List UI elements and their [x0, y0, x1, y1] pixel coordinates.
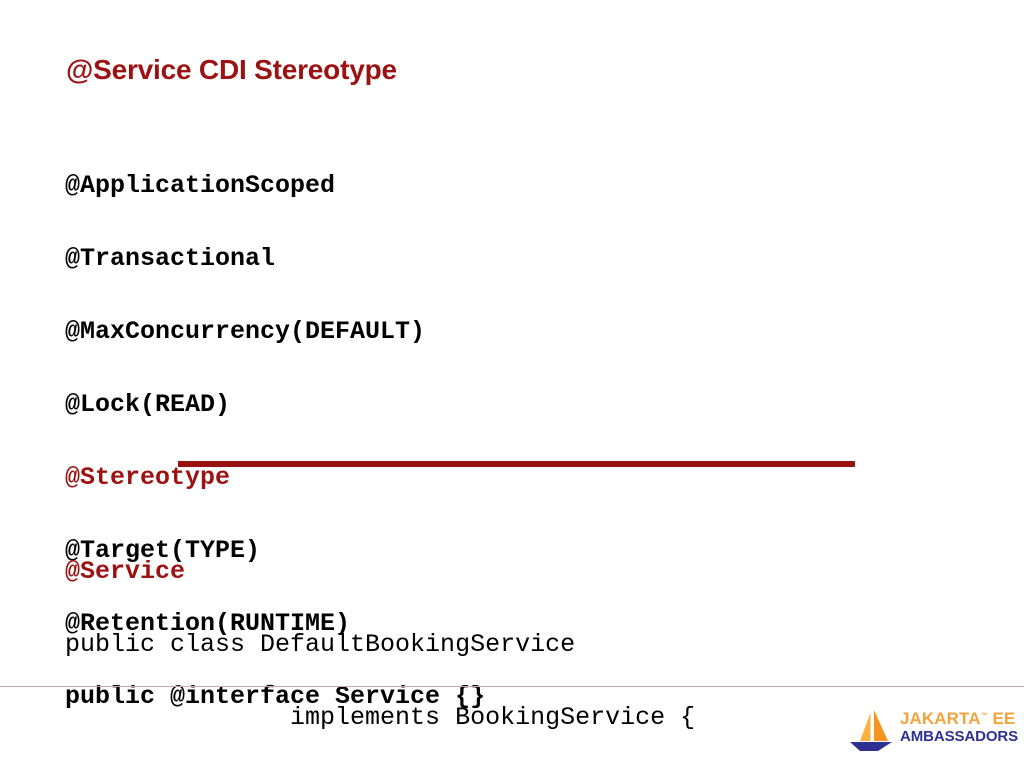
logo-wordmark: JAKARTA™ EE AMBASSADORS: [900, 709, 1019, 745]
logo-line-jakarta-ee: JAKARTA™ EE: [900, 709, 1015, 728]
page-title: @Service CDI Stereotype: [66, 54, 397, 85]
trademark-icon: ™: [980, 712, 988, 720]
code-line: @MaxConcurrency(DEFAULT): [65, 317, 426, 346]
code-line: implements BookingService {: [65, 703, 696, 732]
divider: [178, 461, 855, 467]
code-line: @Transactional: [65, 244, 276, 273]
code-line-highlight: @Service: [65, 557, 186, 586]
logo-jakarta-text: JAKARTA: [900, 709, 981, 728]
logo-line-ambassadors: AMBASSADORS: [900, 728, 1019, 745]
footer-divider: [0, 686, 1024, 687]
jakarta-ee-ambassadors-logo: JAKARTA™ EE AMBASSADORS: [848, 706, 1019, 754]
logo-ee-text: EE: [987, 709, 1016, 728]
slide-canvas: @Service CDI Stereotype @ApplicationScop…: [0, 0, 1024, 768]
code-line: @ApplicationScoped: [65, 171, 336, 200]
code-line: public class DefaultBookingService: [65, 630, 576, 659]
code-line: @Lock(READ): [65, 390, 231, 419]
code-block-stereotype-usage: @Service public class DefaultBookingServ…: [65, 517, 695, 772]
sailboat-icon: [850, 710, 892, 751]
